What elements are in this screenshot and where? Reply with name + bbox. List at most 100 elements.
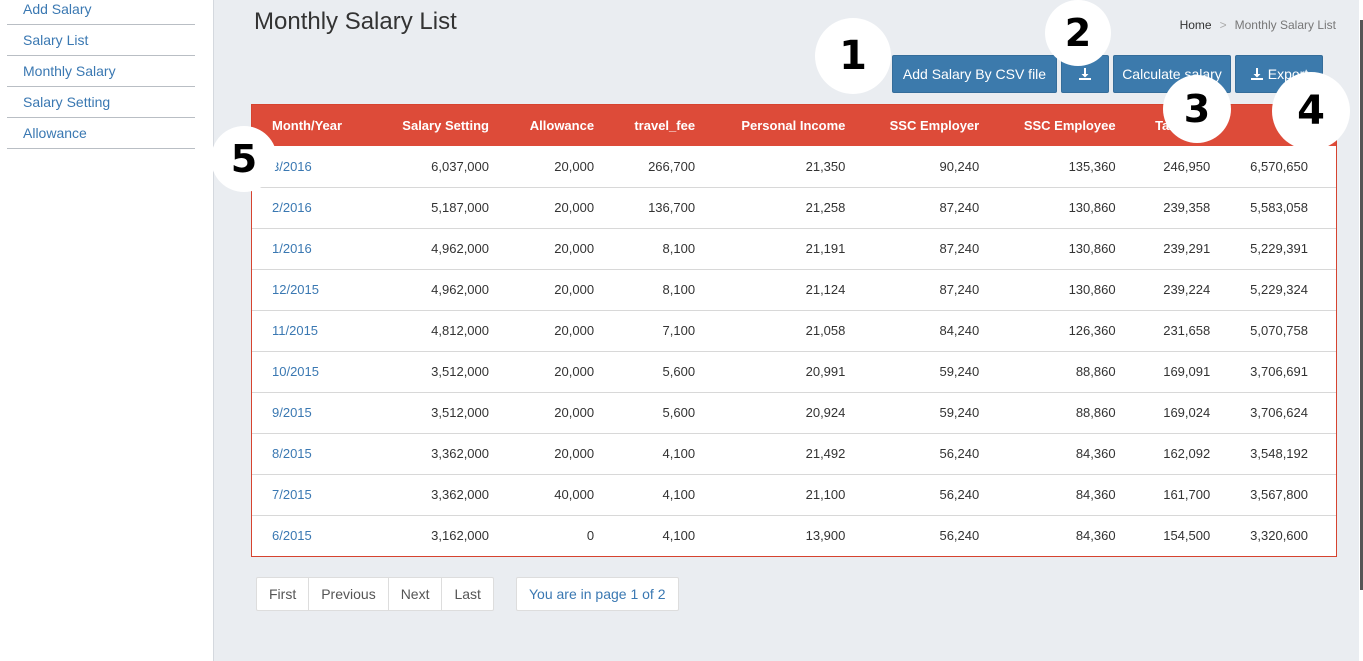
- table-row: 2/2016 5,187,000 20,000 136,700 21,258 87,240…: [252, 187, 1336, 228]
- table-cell: 4,812,000: [431, 323, 489, 338]
- pagination: First Previous Next Last: [256, 577, 494, 611]
- table-cell: 20,000: [554, 282, 595, 297]
- table-cell: 8,100: [662, 282, 696, 297]
- column-header: Salary Setting: [402, 118, 489, 133]
- table-cell: 20,000: [554, 446, 595, 461]
- table-cell: 7,100: [662, 323, 696, 338]
- table-cell: 239,291: [1163, 241, 1211, 256]
- month-year-link[interactable]: 9/2015: [272, 405, 312, 420]
- add-salary-csv-button[interactable]: Add Salary By CSV file: [892, 55, 1057, 93]
- pagination-previous-button[interactable]: Previous: [309, 578, 389, 610]
- month-year-cell: 12/2015: [252, 269, 386, 310]
- table-cell: 3,567,800: [1250, 487, 1308, 502]
- table-cell: 162,092: [1163, 446, 1211, 461]
- month-year-cell: 7/2015: [252, 474, 386, 515]
- page-info: You are in page 1 of 2: [516, 577, 679, 611]
- table-cell: 5,229,324: [1250, 282, 1308, 297]
- page-title: Monthly Salary List: [254, 8, 457, 35]
- table-cell: 56,240: [939, 528, 980, 544]
- month-year-cell: 11/2015: [252, 310, 386, 351]
- table-cell: 59,240: [939, 405, 980, 420]
- table-cell: 4,100: [662, 487, 696, 502]
- table-cell: 8,100: [662, 241, 696, 256]
- table-cell: 130,860: [1068, 282, 1116, 297]
- table-cell: 239,224: [1163, 282, 1211, 297]
- column-header: SSC Employer: [889, 118, 980, 133]
- table-row: 3/2016 6,037,000 20,000 266,700 21,350 90,240…: [252, 146, 1336, 187]
- table-cell: 87,240: [939, 282, 980, 297]
- table-cell: 3,512,000: [431, 364, 489, 379]
- table-cell: 3,548,192: [1250, 446, 1308, 461]
- sidebar-item-salary-list[interactable]: Salary List: [7, 25, 195, 56]
- column-header: Month/Year: [272, 118, 343, 133]
- breadcrumb-separator: >: [1219, 18, 1227, 32]
- table-cell: 20,000: [554, 405, 595, 420]
- table-row: 11/2015 4,812,000 20,000 7,100 21,058 84,240 1…: [252, 310, 1336, 351]
- month-year-link[interactable]: 10/2015: [272, 364, 319, 379]
- table-cell: 20,000: [554, 158, 595, 174]
- table-row: 8/2015 3,362,000 20,000 4,100 21,492 56,240 84…: [252, 433, 1336, 474]
- month-year-link[interactable]: 3/2016: [272, 159, 312, 174]
- table-cell: 13,900: [805, 528, 846, 544]
- breadcrumb-home[interactable]: Home: [1180, 18, 1212, 32]
- table-cell: 84,360: [1075, 528, 1116, 544]
- month-year-link[interactable]: 11/2015: [272, 323, 318, 338]
- sidebar-item-salary-setting[interactable]: Salary Setting: [7, 87, 195, 118]
- table-cell: 56,240: [939, 446, 980, 461]
- table-cell: 56,240: [939, 487, 980, 502]
- table-cell: 0: [586, 528, 595, 544]
- table-cell: 266,700: [648, 158, 696, 174]
- month-year-link[interactable]: 1/2016: [272, 241, 312, 256]
- month-year-cell: 2/2016: [252, 187, 386, 228]
- month-year-link[interactable]: 6/2015: [272, 528, 312, 543]
- month-year-link[interactable]: 8/2015: [272, 446, 312, 461]
- sidebar-menu: Add Salary Salary List Monthly Salary Sa…: [0, 0, 195, 149]
- pagination-last-button[interactable]: Last: [442, 578, 492, 610]
- month-year-link[interactable]: 12/2015: [272, 282, 319, 297]
- month-year-link[interactable]: 2/2016: [272, 200, 312, 215]
- table-cell: 20,000: [554, 241, 595, 256]
- table-cell: 40,000: [554, 487, 595, 502]
- table-cell: 5,187,000: [431, 200, 489, 215]
- table-cell: 20,000: [554, 200, 595, 215]
- table-cell: 21,124: [805, 282, 846, 297]
- table-cell: 3,362,000: [431, 446, 489, 461]
- table-cell: 5,070,758: [1250, 323, 1308, 338]
- table-cell: 59,240: [939, 364, 980, 379]
- table-row: 10/2015 3,512,000 20,000 5,600 20,991 59,240 8…: [252, 351, 1336, 392]
- table-cell: 21,191: [805, 241, 846, 256]
- column-header: SSC Employee: [1023, 118, 1116, 133]
- salary-table: Month/Year Salary Setting Allowance trav…: [252, 105, 1336, 556]
- breadcrumb: Home > Monthly Salary List: [1180, 18, 1336, 32]
- pagination-first-button[interactable]: First: [257, 578, 310, 610]
- table-cell: 20,000: [554, 364, 595, 379]
- month-year-cell: 8/2015: [252, 433, 386, 474]
- table-cell: 3,512,000: [431, 405, 489, 420]
- table-cell: 161,700: [1163, 487, 1211, 502]
- sidebar-item-allowance[interactable]: Allowance: [7, 118, 195, 149]
- table-cell: 5,600: [662, 364, 696, 379]
- pagination-next-button[interactable]: Next: [389, 578, 443, 610]
- table-row: 6/2015 3,162,000 0 4,100 13,900 56,240 84,360 1…: [252, 515, 1336, 556]
- table-row: 9/2015 3,512,000 20,000 5,600 20,924 59,240 88…: [252, 392, 1336, 433]
- table-cell: 239,358: [1163, 200, 1211, 215]
- scrollbar[interactable]: [1359, 0, 1363, 661]
- table-cell: 169,024: [1163, 405, 1211, 420]
- table-cell: 154,500: [1163, 528, 1211, 544]
- table-cell: 88,860: [1075, 405, 1116, 420]
- table-cell: 3,706,624: [1250, 405, 1308, 420]
- table-cell: 21,100: [805, 487, 846, 502]
- add-salary-csv-label: Add Salary By CSV file: [902, 66, 1047, 82]
- salary-table-container: Month/Year Salary Setting Allowance trav…: [251, 104, 1337, 557]
- sidebar-item-add-salary[interactable]: Add Salary: [7, 0, 195, 25]
- sidebar-item-monthly-salary[interactable]: Monthly Salary: [7, 56, 195, 87]
- table-cell: 126,360: [1068, 323, 1116, 338]
- table-cell: 135,360: [1068, 158, 1116, 174]
- column-header: travel_fee: [634, 118, 696, 133]
- table-cell: 6,570,650: [1250, 158, 1308, 174]
- breadcrumb-current: Monthly Salary List: [1234, 18, 1336, 32]
- table-cell: 3,320,600: [1250, 528, 1308, 544]
- month-year-link[interactable]: 7/2015: [272, 487, 312, 502]
- annotation-badge-2: 2: [1045, 0, 1111, 66]
- column-header: Personal Income: [741, 118, 846, 133]
